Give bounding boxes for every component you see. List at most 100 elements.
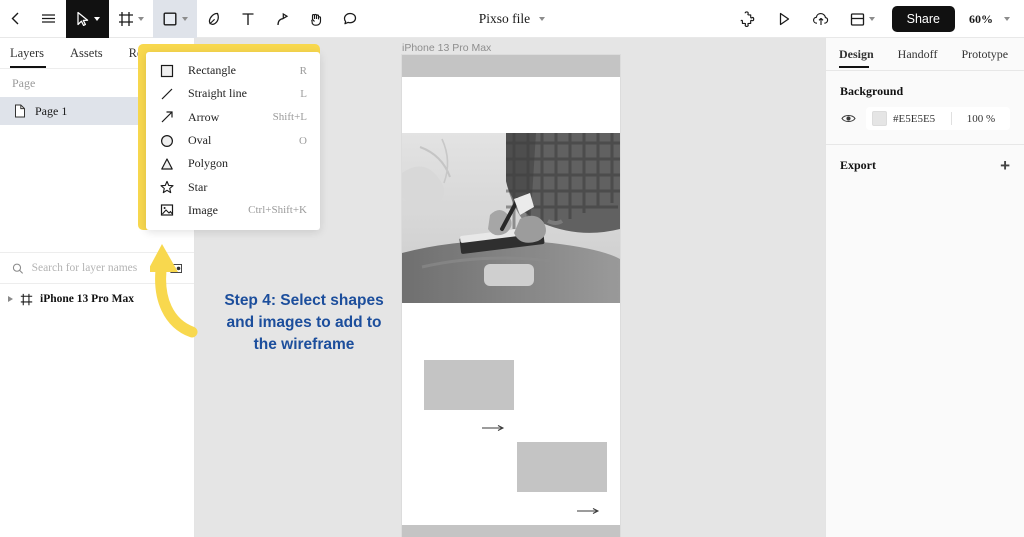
- arrow-icon: [160, 110, 182, 124]
- chevron-down-icon: [539, 17, 546, 21]
- play-triangle-icon: [779, 12, 789, 26]
- zoom-level-value: 60%: [969, 11, 993, 26]
- chevron-right-icon[interactable]: [8, 296, 13, 302]
- annotation-line-1: Step 4: Select shapes: [224, 292, 384, 309]
- zoom-level-button[interactable]: 60%: [963, 12, 1016, 27]
- present-button[interactable]: [767, 0, 801, 38]
- menu-item-label: Polygon: [188, 156, 229, 171]
- export-section-title: Export: [840, 158, 876, 172]
- shape-tool[interactable]: [153, 0, 197, 38]
- tab-handoff[interactable]: Handoff: [898, 38, 938, 70]
- comment-bubble-icon: [343, 12, 357, 24]
- main-menu-button[interactable]: [31, 0, 66, 38]
- background-color-field[interactable]: #E5E5E5 100 %: [866, 107, 1010, 130]
- star-icon: [160, 180, 182, 194]
- menu-item-image[interactable]: Image Ctrl+Shift+K: [146, 199, 320, 222]
- top-toolbar: Pixso file Share 60%: [0, 0, 1024, 38]
- hand-tool[interactable]: [299, 0, 333, 38]
- menu-item-oval[interactable]: Oval O: [146, 129, 320, 152]
- artboard-rectangle-placeholder-1[interactable]: [424, 360, 514, 410]
- divider: [951, 112, 952, 125]
- file-title-button[interactable]: Pixso file: [478, 11, 546, 27]
- export-section-header: Export +: [826, 145, 1024, 186]
- artboard-status-bar-placeholder: [402, 55, 620, 77]
- annotation-text: Step 4: Select shapes and images to add …: [198, 290, 410, 356]
- eye-icon[interactable]: [840, 113, 856, 124]
- menu-item-straight-line[interactable]: Straight line L: [146, 82, 320, 105]
- menu-item-polygon[interactable]: Polygon: [146, 152, 320, 175]
- opacity-value[interactable]: 100 %: [958, 113, 1004, 125]
- color-hex-value[interactable]: #E5E5E5: [893, 113, 945, 125]
- chevron-down-icon: [138, 16, 144, 21]
- share-button[interactable]: Share: [891, 6, 955, 32]
- move-tool[interactable]: [66, 0, 109, 38]
- shape-dropdown-menu: Rectangle R Straight line L Arrow Shift+…: [146, 52, 320, 230]
- hand-icon: [311, 13, 322, 26]
- menu-item-rectangle[interactable]: Rectangle R: [146, 59, 320, 82]
- layout-panel-icon: [850, 12, 864, 26]
- upload-cloud-icon: [812, 13, 828, 25]
- menu-item-label: Image: [188, 202, 218, 217]
- puzzle-piece-icon: [740, 10, 754, 27]
- artboard-label[interactable]: iPhone 13 Pro Max: [402, 42, 491, 54]
- tab-design[interactable]: Design: [839, 38, 874, 70]
- chevron-left-icon: [11, 12, 19, 25]
- artboard-rectangle-placeholder-2[interactable]: [517, 442, 607, 492]
- color-swatch[interactable]: [872, 111, 887, 126]
- search-input[interactable]: [31, 262, 162, 274]
- pencil-path-icon: [277, 12, 289, 25]
- magnifier-icon: [12, 263, 24, 274]
- chevron-down-icon: [94, 16, 100, 21]
- menu-item-arrow[interactable]: Arrow Shift+L: [146, 106, 320, 129]
- menu-item-star[interactable]: Star: [146, 175, 320, 198]
- top-right-actions: Share 60%: [730, 0, 1016, 38]
- layout-grid-button[interactable]: [841, 0, 884, 38]
- menu-item-shortcut: R: [299, 64, 307, 77]
- chevron-down-icon: [1004, 17, 1010, 21]
- frame-icon: [20, 293, 33, 305]
- artboard-iphone-13-pro-max[interactable]: [402, 55, 620, 537]
- page-section-label: Page: [12, 75, 36, 90]
- pen-tool[interactable]: [197, 0, 231, 38]
- add-export-button[interactable]: +: [1000, 157, 1010, 174]
- text-tool[interactable]: [231, 0, 265, 38]
- polygon-icon: [160, 157, 182, 171]
- right-sidebar: Design Handoff Prototype Background #E5E…: [825, 38, 1024, 537]
- square-icon: [163, 12, 177, 26]
- menu-item-label: Straight line: [188, 86, 247, 101]
- back-button[interactable]: [0, 0, 31, 38]
- page-title: Pixso file: [478, 11, 531, 26]
- tab-prototype[interactable]: Prototype: [961, 38, 1008, 70]
- text-t-icon: [242, 12, 254, 25]
- background-color-row: #E5E5E5 100 %: [826, 107, 1024, 144]
- menu-item-label: Oval: [188, 133, 212, 148]
- pixso-design-app: Pixso file Share 60% Layers Assets Page …: [0, 0, 1024, 537]
- artboard-arrow-1: [482, 425, 505, 431]
- menu-item-label: Star: [188, 179, 208, 194]
- chevron-down-icon: [868, 17, 875, 21]
- menu-item-label: Arrow: [188, 109, 220, 124]
- rectangle-icon: [160, 64, 182, 78]
- annotation-line-3: the wireframe: [253, 336, 355, 353]
- right-panel-tabs: Design Handoff Prototype: [826, 38, 1024, 70]
- frame-tool[interactable]: [109, 0, 153, 38]
- artboard-arrow-2: [577, 508, 600, 514]
- tab-layers[interactable]: Layers: [10, 38, 56, 68]
- oval-icon: [160, 134, 182, 148]
- document-icon: [15, 104, 25, 118]
- publish-button[interactable]: [803, 0, 839, 38]
- artboard-button-placeholder[interactable]: [484, 264, 534, 286]
- menu-item-label: Rectangle: [188, 63, 236, 78]
- comment-tool[interactable]: [333, 0, 367, 38]
- plugins-button[interactable]: [730, 0, 765, 38]
- menu-item-shortcut: Ctrl+Shift+K: [248, 204, 307, 217]
- tab-assets[interactable]: Assets: [70, 38, 115, 68]
- straight-line-icon: [160, 87, 182, 101]
- layer-label: iPhone 13 Pro Max: [40, 293, 135, 305]
- path-tool[interactable]: [265, 0, 299, 38]
- menu-item-shortcut: O: [299, 134, 307, 147]
- artboard-footer-placeholder: [402, 525, 620, 537]
- menu-item-shortcut: Shift+L: [272, 111, 307, 124]
- cursor-arrow-icon: [77, 11, 89, 26]
- hamburger-menu-icon: [42, 14, 55, 23]
